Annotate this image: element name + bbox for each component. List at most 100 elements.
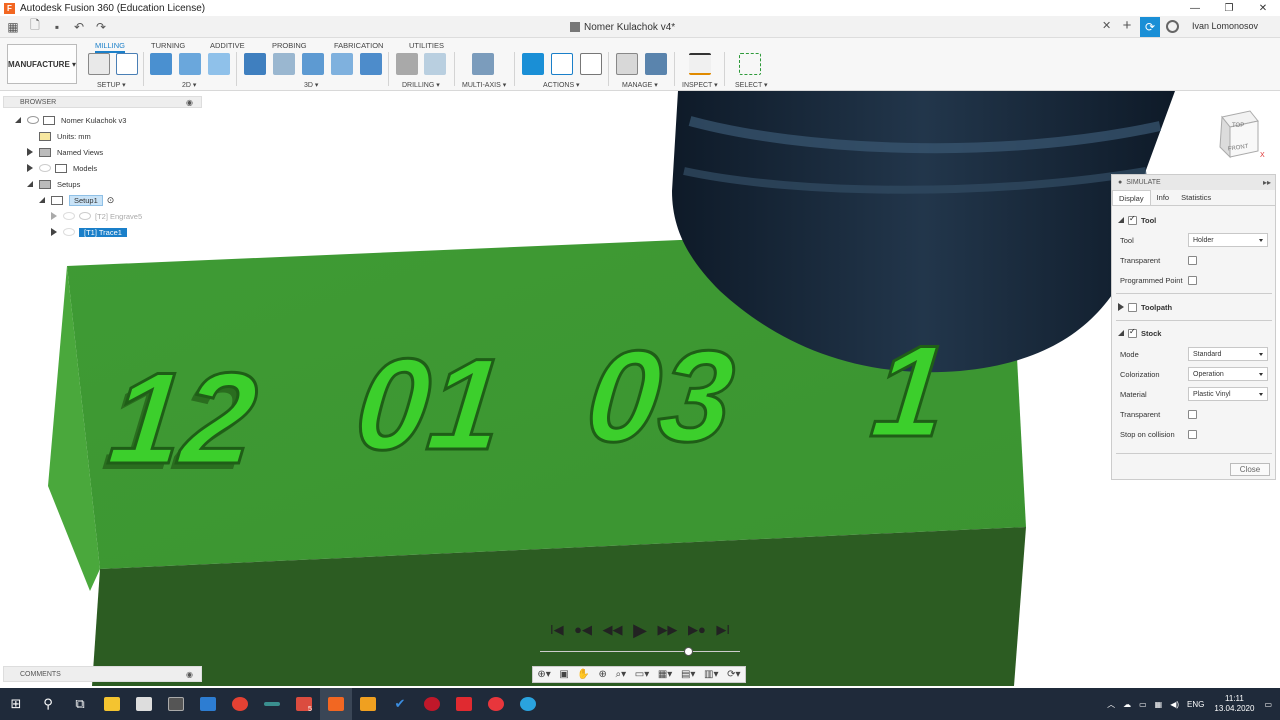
file-icon[interactable]: 🗋: [26, 18, 44, 36]
collapse-icon[interactable]: [15, 117, 21, 123]
network-icon[interactable]: ▦: [1155, 700, 1163, 709]
3d-scallop-icon[interactable]: [331, 53, 353, 75]
play-button[interactable]: ▶: [633, 620, 647, 641]
record-icon[interactable]: [416, 688, 448, 720]
simulate-icon[interactable]: [522, 53, 544, 75]
group-select[interactable]: SELECT ▾: [735, 81, 768, 89]
close-simulation-button[interactable]: Close: [1230, 463, 1270, 476]
pan-icon[interactable]: ✋: [577, 669, 589, 680]
workspace-switcher[interactable]: MANUFACTURE ▾: [7, 44, 77, 84]
tab-utilities[interactable]: UTILITIES: [409, 41, 444, 50]
machine-library-icon[interactable]: [645, 53, 667, 75]
tab-info[interactable]: Info: [1151, 190, 1176, 205]
start-icon[interactable]: ⊞: [0, 688, 32, 720]
stock-checkbox[interactable]: [1128, 327, 1137, 338]
undo-icon[interactable]: ↶: [70, 18, 88, 36]
huawei-icon[interactable]: [448, 688, 480, 720]
step-back-button[interactable]: ◀◀: [603, 622, 623, 638]
face-icon[interactable]: [208, 53, 230, 75]
mail-icon[interactable]: [192, 688, 224, 720]
stock-transparent-checkbox[interactable]: [1188, 409, 1197, 419]
tree-item-models[interactable]: Models: [27, 162, 97, 174]
stop-on-collision-checkbox[interactable]: [1188, 429, 1197, 439]
refresh-icon[interactable]: ⟳▾: [727, 669, 740, 680]
grid-menu-icon[interactable]: ▦: [4, 18, 22, 36]
setup-sheet-action-icon[interactable]: [580, 53, 602, 75]
cloud-icon[interactable]: ☁: [1123, 700, 1131, 709]
group-3d[interactable]: 3D ▾: [304, 81, 318, 89]
tree-item-units[interactable]: Units: mm: [39, 130, 91, 142]
browser-header[interactable]: BROWSER ◉: [3, 96, 202, 108]
save-icon[interactable]: ▪: [48, 18, 66, 36]
collapse-icon[interactable]: [27, 181, 33, 187]
app-icon[interactable]: [256, 688, 288, 720]
collapse-panel-icon[interactable]: ▸▸: [1263, 178, 1271, 187]
material-dropdown[interactable]: Plastic Vinyl: [1188, 387, 1268, 401]
mode-dropdown[interactable]: Standard: [1188, 347, 1268, 361]
multi-axis-icon[interactable]: [472, 53, 494, 75]
p-app-icon[interactable]: [352, 688, 384, 720]
language-indicator[interactable]: ENG: [1187, 700, 1204, 709]
tree-item-setups[interactable]: Setups: [27, 178, 80, 190]
transparent-checkbox[interactable]: [1188, 255, 1197, 265]
tree-item-named-views[interactable]: Named Views: [27, 146, 103, 158]
new-setup-icon[interactable]: [88, 53, 110, 75]
close-window-button[interactable]: ✕: [1246, 0, 1280, 16]
thread-icon[interactable]: [424, 53, 446, 75]
fusion-taskbar-icon[interactable]: [320, 688, 352, 720]
stock-section-header[interactable]: Stock: [1118, 326, 1161, 340]
tab-fabrication[interactable]: FABRICATION: [334, 41, 383, 50]
active-setup-icon[interactable]: ⊙: [107, 195, 115, 206]
setup-sheet-icon[interactable]: [116, 53, 138, 75]
visibility-icon[interactable]: [39, 164, 51, 172]
drill-icon[interactable]: [396, 53, 418, 75]
tool-dropdown[interactable]: Holder: [1188, 233, 1268, 247]
tab-probing[interactable]: PROBING: [272, 41, 307, 50]
view-cube-top-label[interactable]: TOP: [1232, 123, 1244, 129]
expand-icon[interactable]: [27, 148, 33, 156]
orbit-icon[interactable]: ⊕▾: [537, 669, 550, 680]
3d-pocket-icon[interactable]: [273, 53, 295, 75]
go-to-start-button[interactable]: I◀: [550, 622, 564, 638]
collapse-icon[interactable]: [1118, 330, 1124, 336]
vivaldi-icon[interactable]: [480, 688, 512, 720]
search-icon[interactable]: ⚲: [32, 688, 64, 720]
group-actions[interactable]: ACTIONS ▾: [543, 81, 580, 89]
post-process-icon[interactable]: [551, 53, 573, 75]
2d-pocket-icon[interactable]: [179, 53, 201, 75]
viewports-icon[interactable]: ▤▾: [681, 669, 695, 680]
collapse-icon[interactable]: [39, 197, 45, 203]
volume-icon[interactable]: ◀): [1170, 700, 1179, 709]
minimize-button[interactable]: —: [1178, 0, 1212, 16]
fit-icon[interactable]: ⌕▾: [616, 669, 627, 680]
tree-item-engrave5[interactable]: [T2] Engrave5: [51, 210, 142, 222]
user-name[interactable]: Ivan Lomonosov: [1192, 21, 1258, 31]
step-forward-button[interactable]: ▶▶: [657, 622, 677, 638]
tree-item-trace1[interactable]: [T1] Trace1: [51, 226, 127, 238]
notifications-icon[interactable]: ▭: [1264, 700, 1272, 709]
select-box-icon[interactable]: [739, 53, 761, 75]
group-multi-axis[interactable]: MULTI-AXIS ▾: [462, 81, 506, 89]
document-tab[interactable]: Nomer Kulachok v4*: [570, 18, 675, 36]
group-inspect[interactable]: INSPECT ▾: [682, 81, 718, 89]
collapse-icon[interactable]: [1118, 217, 1124, 223]
3d-parallel-icon[interactable]: [302, 53, 324, 75]
display-settings-icon[interactable]: ▭▾: [635, 669, 649, 680]
new-tab-button[interactable]: +: [1118, 17, 1136, 37]
2d-adaptive-icon[interactable]: [150, 53, 172, 75]
expand-icon[interactable]: [51, 228, 57, 236]
tool-library-icon[interactable]: [616, 53, 638, 75]
tab-milling[interactable]: MILLING: [95, 41, 126, 53]
tab-display[interactable]: Display: [1112, 190, 1151, 205]
visibility-icon[interactable]: [27, 116, 39, 124]
3d-adaptive-icon[interactable]: [244, 53, 266, 75]
comments-panel[interactable]: COMMENTS ◉: [3, 666, 202, 682]
go-to-end-button[interactable]: ▶I: [716, 622, 730, 638]
chrome-icon[interactable]: [224, 688, 256, 720]
group-setup[interactable]: SETUP ▾: [97, 81, 126, 89]
effects-icon[interactable]: ▥▾: [704, 669, 718, 680]
browser-options-icon[interactable]: ◉: [186, 98, 193, 107]
tab-statistics[interactable]: Statistics: [1175, 190, 1217, 205]
timeline-scrubber[interactable]: [684, 647, 693, 656]
tree-item-document[interactable]: Nomer Kulachok v3: [15, 114, 126, 126]
